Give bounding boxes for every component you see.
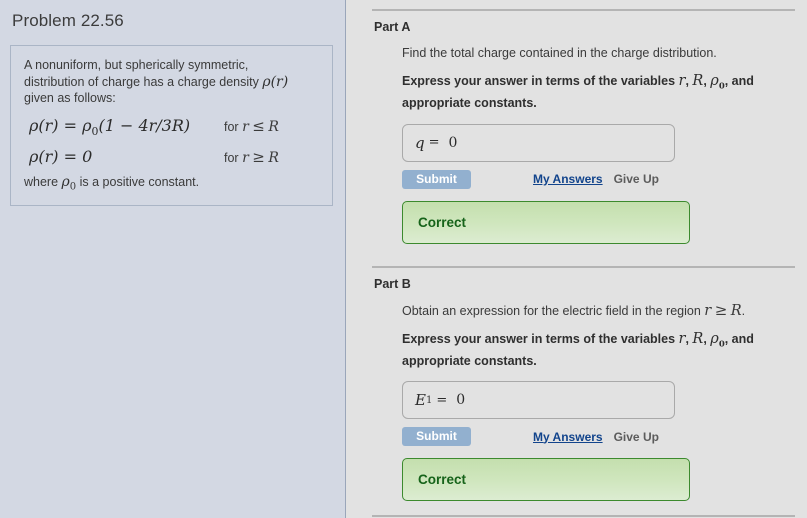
part-a-var-R: R: [692, 73, 704, 89]
part-a-answer-value: 0: [448, 134, 458, 151]
part-b-my-answers-link[interactable]: My Answers: [533, 430, 603, 444]
part-b-var-rho: ρ: [710, 330, 719, 347]
problem-statement-box: A nonuniform, but spherically symmetric,…: [10, 45, 333, 207]
part-b-answer-symbol-subscript: 1: [425, 394, 433, 406]
part-b-actions: Submit My Answers Give Up: [402, 427, 787, 446]
part-a-my-answers-link[interactable]: My Answers: [533, 172, 603, 186]
part-b-top-divider: [372, 265, 795, 268]
equation-1-cond-prefix: for: [224, 119, 243, 134]
equation-1-cond-op: ≤: [252, 116, 265, 135]
equation-row-1: ρ(r) = ρ0(1 − 4r/3R) for r ≤ R: [24, 116, 319, 138]
part-b-question-op: ≥: [714, 300, 728, 319]
equation-2-cond-op: ≥: [252, 147, 265, 166]
part-b-equals-sign: =: [436, 392, 448, 408]
problem-intro-line2-text: distribution of charge has a charge dens…: [24, 74, 263, 89]
equation-row-2: ρ(r) = 0 for r ≥ R: [24, 147, 319, 166]
equation-2-condition: for r ≥ R: [224, 148, 279, 166]
equation-1-condition: for r ≤ R: [224, 117, 279, 135]
part-a-block: Part A Find the total charge contained i…: [346, 20, 807, 244]
part-b-var-R: R: [692, 330, 704, 347]
where-rho: ρ: [61, 173, 70, 190]
problem-panel: Problem 22.56 A nonuniform, but spherica…: [0, 0, 346, 518]
part-b-answer-value: 0: [456, 392, 466, 408]
part-a-body: Find the total charge contained in the c…: [374, 45, 787, 244]
part-b-block: Part B Obtain an expression for the elec…: [346, 276, 807, 501]
part-a-var-rho: ρ: [710, 73, 719, 89]
part-b-submit-button[interactable]: Submit: [402, 427, 471, 446]
equation-1-rest: (1 − 4r/3R): [98, 115, 191, 135]
part-b-instruction: Express your answer in terms of the vari…: [402, 331, 774, 370]
equation-1-cond-bound: R: [268, 118, 279, 135]
part-b-body: Obtain an expression for the electric fi…: [374, 300, 787, 501]
part-a-equals-sign: =: [428, 135, 440, 150]
part-a-question: Find the total charge contained in the c…: [402, 45, 787, 62]
part-b-question-bound: R: [730, 302, 742, 319]
part-a-top-divider: [372, 9, 795, 11]
equation-1-cond-var: r: [242, 118, 249, 135]
part-b-question-var: r: [704, 302, 712, 319]
part-a-give-up-link[interactable]: Give Up: [614, 172, 659, 186]
equation-2-expression: ρ(r) = 0: [24, 147, 224, 166]
part-b-label: Part B: [374, 276, 411, 291]
where-prefix: where: [24, 174, 62, 189]
where-suffix: is a positive constant.: [76, 174, 200, 189]
equation-2-cond-prefix: for: [224, 150, 243, 165]
part-a-instruction: Express your answer in terms of the vari…: [402, 73, 774, 112]
page-bottom-divider: [372, 515, 795, 517]
part-a-submit-button[interactable]: Submit: [402, 169, 471, 189]
part-a-instruction-prefix: Express your answer in terms of the vari…: [402, 74, 679, 88]
part-a-question-text: Find the total charge contained in the c…: [402, 46, 717, 60]
problem-where-note: where ρ0 is a positive constant.: [24, 174, 319, 193]
part-b-instruction-prefix: Express your answer in terms of the vari…: [402, 331, 679, 346]
part-a-actions: Submit My Answers Give Up: [402, 169, 787, 189]
part-b-give-up-link[interactable]: Give Up: [614, 430, 659, 444]
page-title: Problem 22.56: [12, 11, 124, 30]
part-a-feedback-text: Correct: [418, 214, 467, 230]
part-b-question: Obtain an expression for the electric fi…: [402, 300, 787, 320]
part-b-question-text: Obtain an expression for the electric fi…: [402, 303, 705, 318]
problem-intro: A nonuniform, but spherically symmetric,…: [24, 57, 319, 107]
part-b-question-period: .: [741, 303, 746, 318]
part-b-answer-symbol: E: [415, 391, 426, 409]
equation-2-cond-bound: R: [268, 149, 279, 166]
part-b-answer-input[interactable]: E1 = 0: [402, 381, 675, 419]
part-a-label: Part A: [374, 20, 411, 34]
part-a-answer-input[interactable]: q = 0: [402, 123, 675, 162]
part-b-feedback-box: Correct: [402, 458, 690, 501]
answer-panel: Part A Find the total charge contained i…: [346, 0, 807, 518]
problem-intro-line3: given as follows:: [24, 91, 116, 105]
part-a-answer-symbol: q: [415, 133, 425, 152]
problem-intro-line1: A nonuniform, but spherically symmetric,: [24, 58, 249, 72]
part-b-feedback-text: Correct: [418, 472, 467, 487]
equation-1-lhs: ρ(r) = ρ: [29, 115, 92, 135]
problem-page: Problem 22.56 A nonuniform, but spherica…: [0, 0, 807, 518]
equation-2-lhs: ρ(r) = 0: [29, 146, 93, 166]
equation-1-expression: ρ(r) = ρ0(1 − 4r/3R): [24, 116, 224, 138]
equation-2-cond-var: r: [242, 149, 249, 166]
problem-intro-rho-r: ρ(r): [262, 73, 289, 90]
part-a-feedback-box: Correct: [402, 200, 690, 244]
